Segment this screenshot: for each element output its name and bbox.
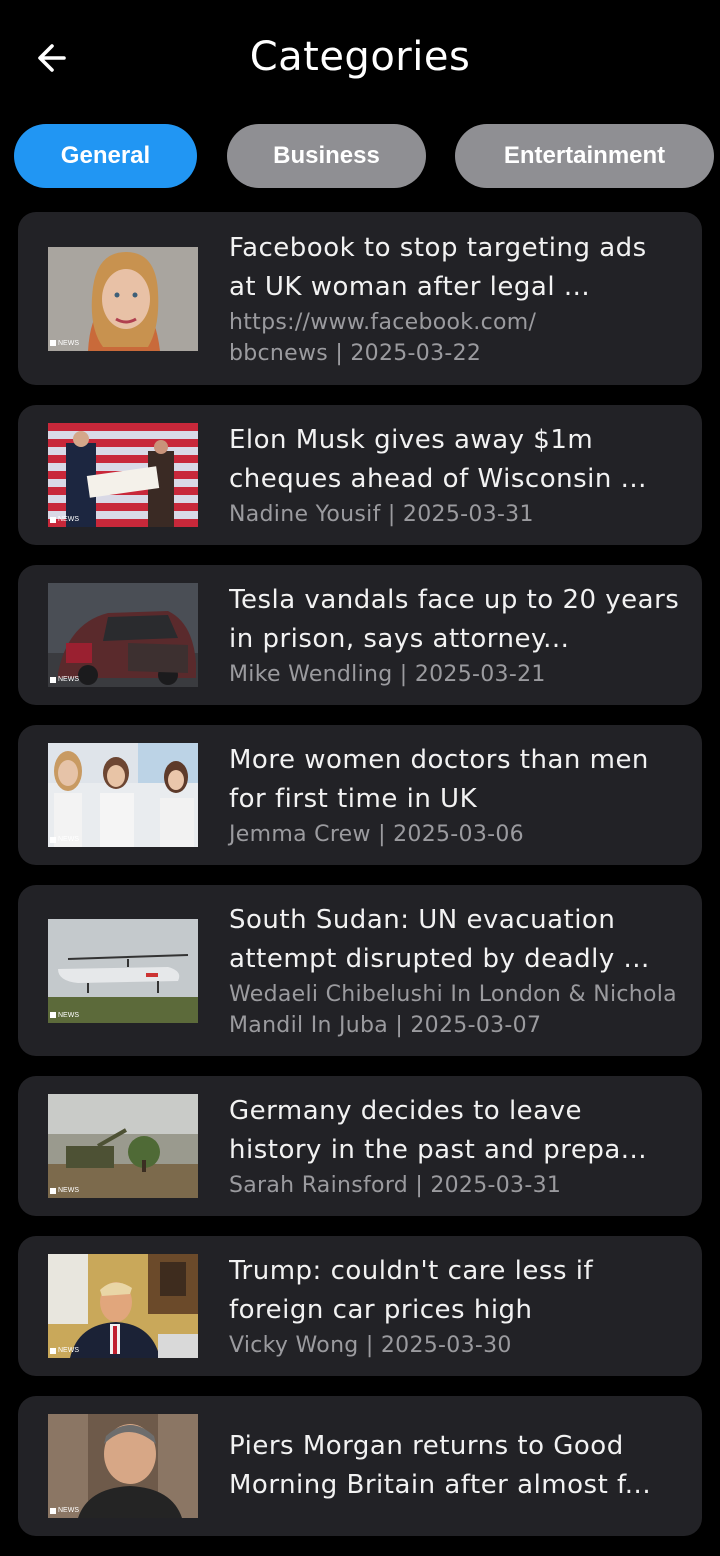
article-thumbnail: NEWS (48, 246, 198, 351)
article-meta: bbcnews | 2025-03-22 (229, 340, 482, 366)
article-card[interactable]: NEWS More women doctors than men for fir… (18, 725, 702, 865)
chip-entertainment[interactable]: Entertainment (455, 124, 714, 188)
news-badge: NEWS (50, 1507, 79, 1514)
article-meta: Jemma Crew | 2025-03-06 (229, 821, 524, 847)
article-card[interactable]: NEWS Piers Morgan returns to Good Mornin… (18, 1396, 702, 1536)
news-badge: NEWS (50, 1347, 79, 1354)
chip-general[interactable]: General (14, 124, 197, 188)
article-title: South Sudan: UN evacuation attempt disru… (229, 904, 650, 974)
news-badge: NEWS (50, 340, 79, 347)
article-title: Piers Morgan returns to Good Morning Bri… (229, 1431, 652, 1500)
article-card[interactable]: NEWS Facebook to stop targeting ads at U… (18, 212, 702, 385)
news-badge: NEWS (50, 676, 79, 683)
article-card[interactable]: NEWS Elon Musk gives away $1m cheques ah… (18, 405, 702, 545)
app-bar: Categories (0, 0, 720, 116)
article-thumbnail: NEWS (48, 1254, 198, 1358)
article-card[interactable]: NEWS South Sudan: UN evacuation attempt … (18, 885, 702, 1056)
article-title: Elon Musk gives away $1m cheques ahead o… (229, 424, 647, 494)
news-badge: NEWS (50, 1012, 79, 1019)
article-card[interactable]: NEWS Trump: couldn't care less if foreig… (18, 1236, 702, 1376)
article-title: Facebook to stop targeting ads at UK wom… (229, 232, 647, 302)
article-card[interactable]: NEWS Tesla vandals face up to 20 years i… (18, 565, 702, 705)
article-thumbnail: NEWS (48, 918, 198, 1023)
category-chips: General Business Entertainment (0, 124, 720, 188)
news-badge: NEWS (50, 836, 79, 843)
article-card[interactable]: NEWS Germany decides to leave history in… (18, 1076, 702, 1216)
article-meta: Mike Wendling | 2025-03-21 (229, 661, 546, 687)
news-badge: NEWS (50, 1187, 79, 1194)
article-thumbnail: NEWS (48, 743, 198, 847)
article-title: Trump: couldn't care less if foreign car… (229, 1255, 594, 1325)
article-url: https://www.facebook.com/ (229, 309, 537, 335)
page-title: Categories (249, 34, 471, 80)
article-meta: Vicky Wong | 2025-03-30 (229, 1332, 512, 1358)
chip-business[interactable]: Business (227, 124, 426, 188)
news-badge: NEWS (50, 516, 79, 523)
article-thumbnail: NEWS (48, 1094, 198, 1198)
article-meta: Wedaeli Chibelushi In London & Nichola M… (229, 981, 677, 1038)
article-title: Germany decides to leave history in the … (229, 1095, 648, 1165)
article-meta: Nadine Yousif | 2025-03-31 (229, 501, 534, 527)
article-thumbnail: NEWS (48, 423, 198, 527)
article-title: Tesla vandals face up to 20 years in pri… (229, 584, 680, 654)
article-thumbnail: NEWS (48, 583, 198, 687)
article-title: More women doctors than men for first ti… (229, 744, 649, 814)
article-list: NEWS Facebook to stop targeting ads at U… (18, 212, 702, 1556)
article-thumbnail: NEWS (48, 1414, 198, 1518)
article-meta: Sarah Rainsford | 2025-03-31 (229, 1172, 562, 1198)
